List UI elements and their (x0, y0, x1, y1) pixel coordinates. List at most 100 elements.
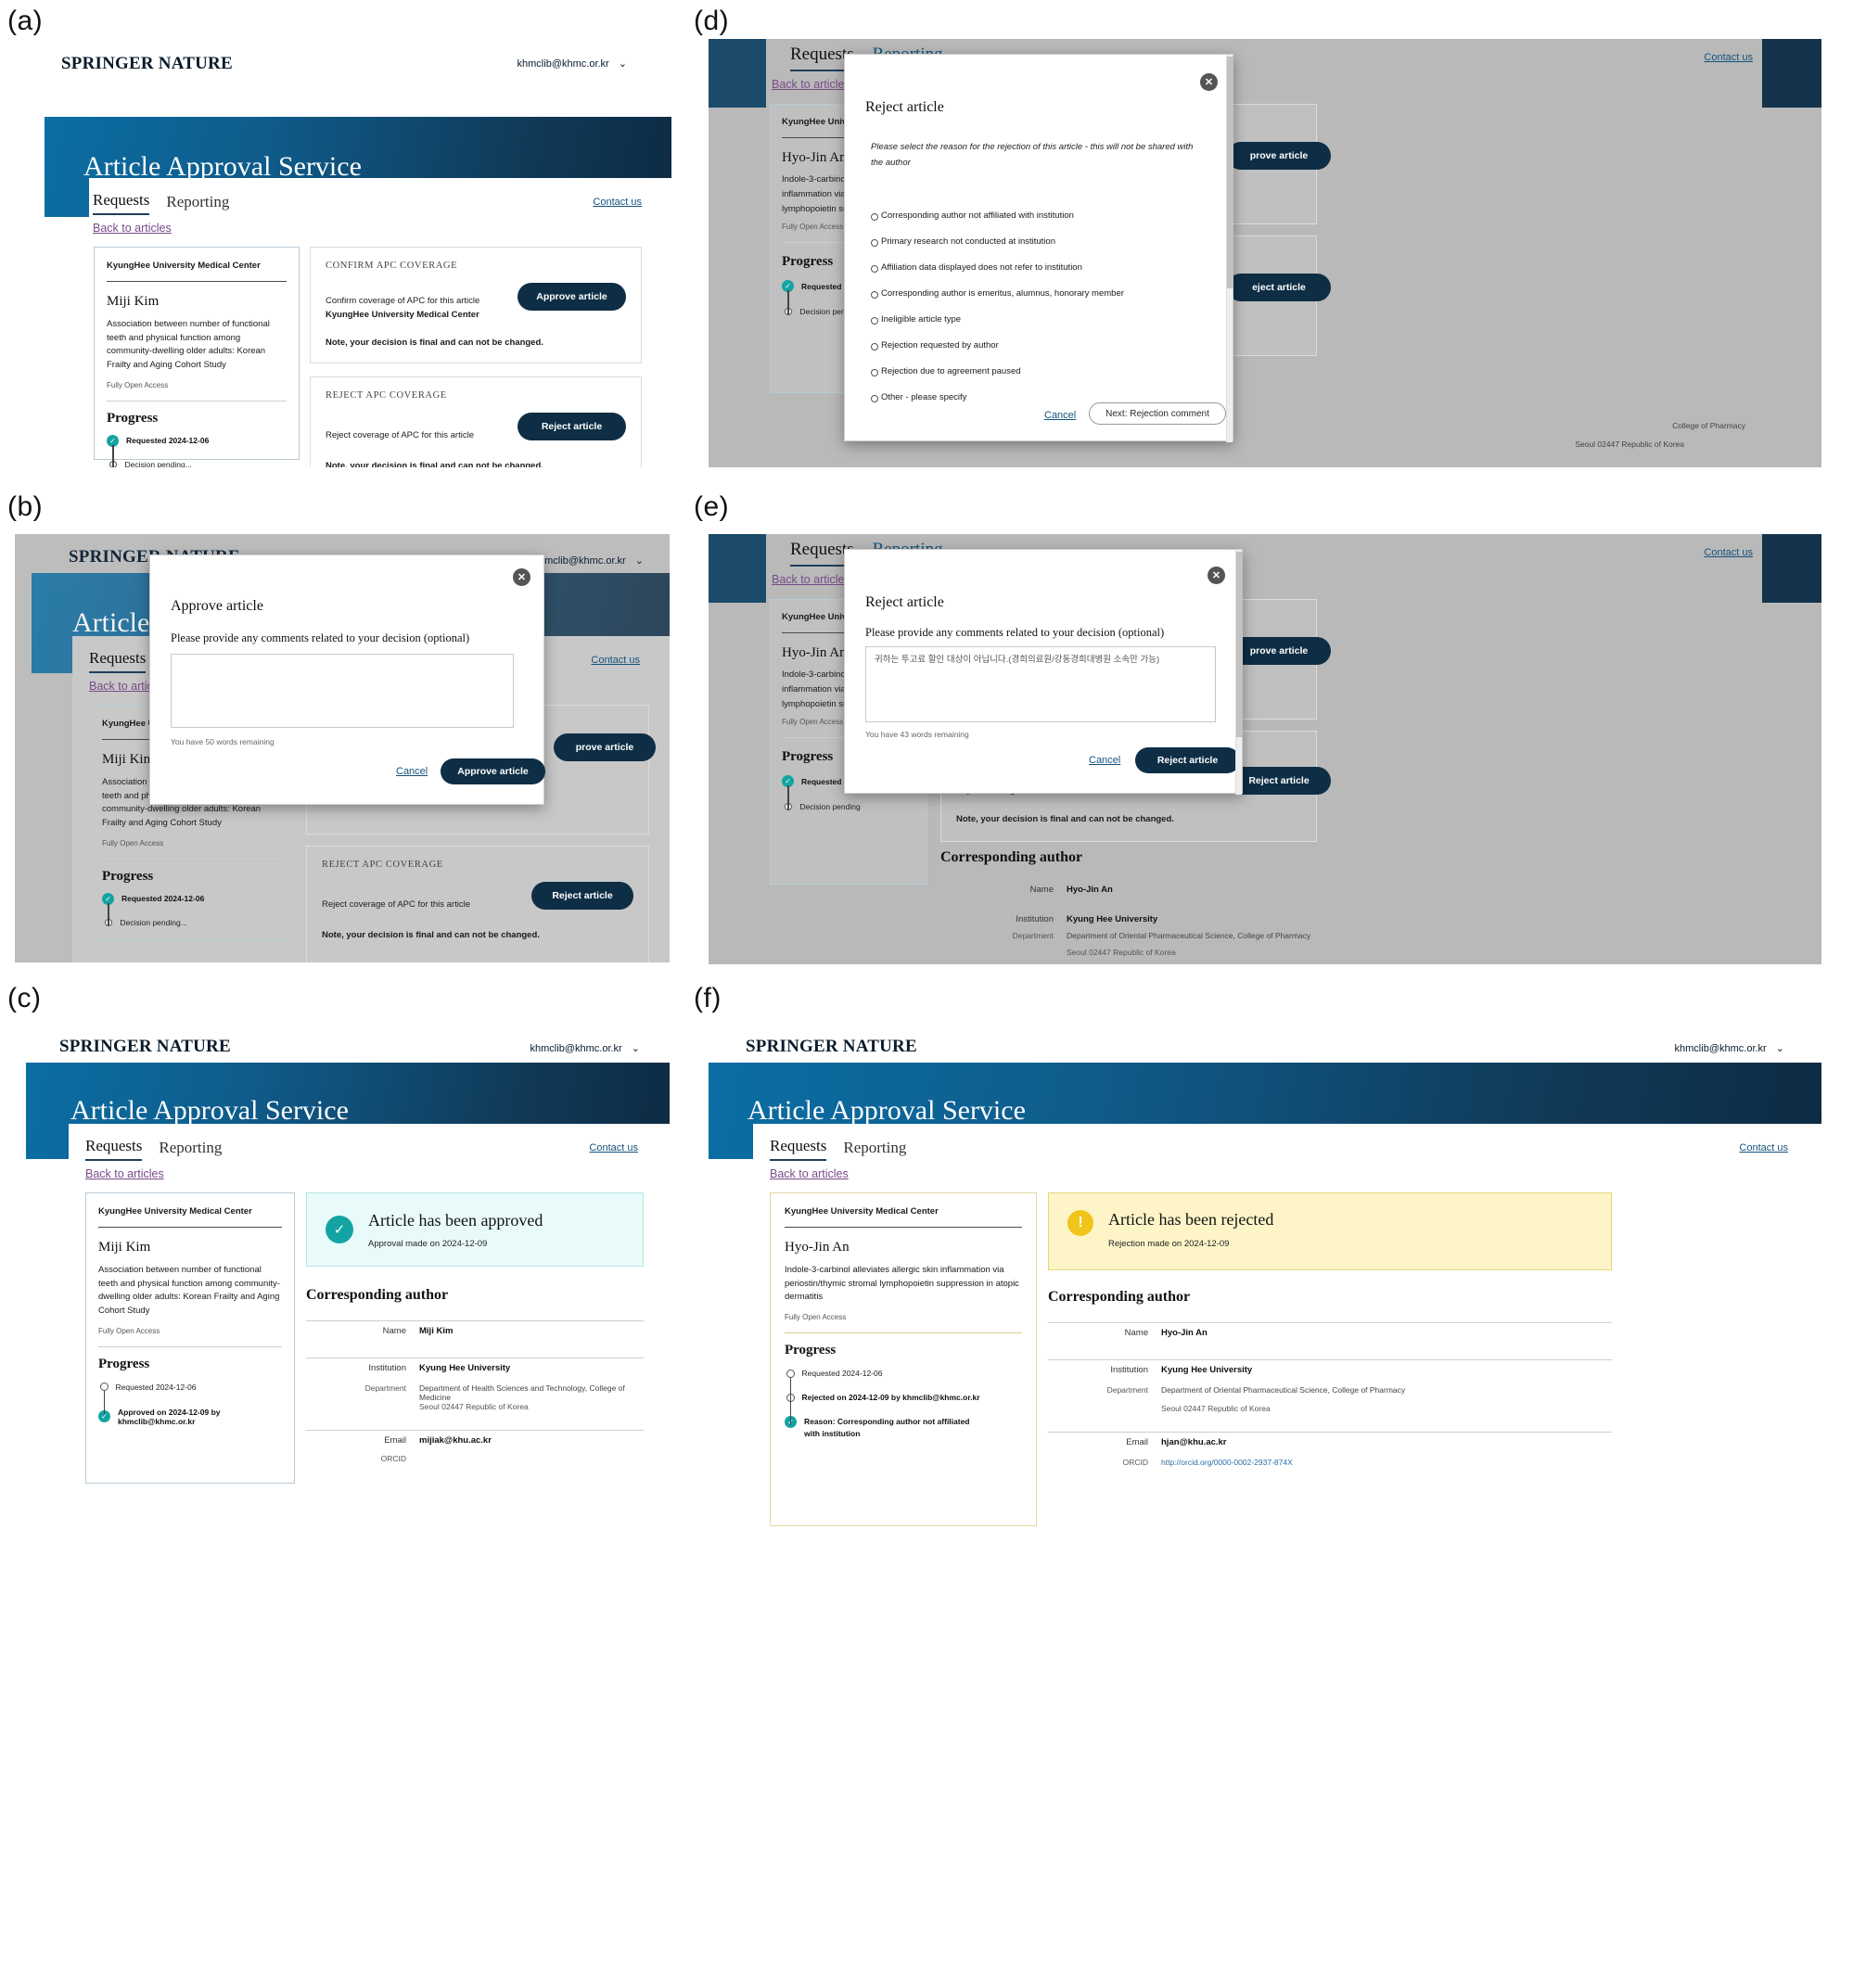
field-department: Department Department of Health Sciences… (306, 1383, 644, 1402)
chevron-down-icon: ⌄ (618, 58, 627, 70)
tab-reporting[interactable]: Reporting (166, 193, 229, 215)
reject-cancel-button[interactable]: Cancel (1089, 755, 1120, 766)
reject-section-title: REJECT APC COVERAGE (322, 860, 443, 870)
reason-option-label: Ineligible article type (881, 314, 962, 325)
reject-submit-button[interactable]: Reject article (1135, 747, 1240, 773)
contact-us-link[interactable]: Contact us (593, 197, 642, 208)
approve-word-count: You have 50 words remaining (171, 737, 275, 746)
approve-submit-button[interactable]: Approve article (441, 758, 545, 784)
back-to-articles-link[interactable]: Back to articles (772, 573, 850, 586)
progress-step-2-label: Rejected on 2024-12-09 by khmclib@khmc.o… (801, 1393, 980, 1403)
close-icon[interactable]: ✕ (1200, 73, 1218, 91)
radio-icon[interactable] (871, 213, 878, 221)
radio-icon[interactable] (871, 265, 878, 273)
field-name-value: Miji Kim (419, 1326, 454, 1336)
tab-reporting[interactable]: Reporting (159, 1139, 222, 1161)
progress-step-pending: Decision pending... (107, 460, 287, 467)
reject-article-button[interactable]: Reject article (531, 882, 633, 910)
account-email[interactable]: khmclib@khmc.or.kr ⌄ (530, 1042, 640, 1054)
tab-reporting[interactable]: Reporting (843, 1139, 906, 1161)
field-email-value[interactable]: mijiak@khu.ac.kr (419, 1435, 492, 1446)
back-to-articles-link[interactable]: Back to articles (772, 78, 850, 91)
panel-c-screenshot: SPRINGER NATURE khmclib@khmc.or.kr ⌄ Arti… (15, 1018, 670, 1988)
access-type: Fully Open Access (102, 838, 164, 847)
approve-comment-textarea[interactable] (171, 654, 514, 728)
contact-us-link[interactable]: Contact us (1704, 52, 1753, 63)
approved-status-banner: ✓ Article has been approved Approval mad… (306, 1192, 644, 1267)
radio-icon[interactable] (871, 317, 878, 325)
author-name: Miji Kim (98, 1240, 151, 1255)
modal-scrollbar[interactable] (1226, 55, 1233, 442)
reject-article-button[interactable]: eject article (1227, 274, 1331, 301)
radio-icon[interactable] (871, 369, 878, 376)
field-address-value: Seoul 02447 Republic of Korea (419, 1402, 529, 1411)
radio-icon[interactable] (871, 291, 878, 299)
shield-check-icon: ✓ (326, 1216, 353, 1243)
reject-comment-textarea[interactable]: 귀하는 투고료 할인 대상이 아닙니다.(경희의료원/강동경희대병원 소속만 가… (865, 646, 1216, 722)
modal-scrollbar-thumb[interactable] (1227, 57, 1233, 288)
account-email[interactable]: khmclib@khmc.or.kr ⌄ (518, 57, 627, 70)
progress-connector (103, 1390, 105, 1415)
reason-option[interactable]: Corresponding author is emeritus, alumnu… (871, 288, 1216, 314)
reason-option[interactable]: Affiliation data displayed does not refe… (871, 262, 1216, 288)
tab-requests[interactable]: Requests (89, 649, 147, 673)
approve-modal-prompt: Please provide any comments related to y… (171, 631, 470, 644)
field-orcid-value[interactable]: http://orcid.org/0000-0002-2937-874X (1161, 1458, 1293, 1467)
back-to-articles-link[interactable]: Back to articles (85, 1167, 164, 1180)
approve-article-button[interactable]: Approve article (518, 283, 626, 311)
modal-scrollbar-thumb[interactable] (1236, 552, 1243, 737)
field-department-label: Department (1012, 931, 1054, 940)
field-name-label: Name (1029, 885, 1054, 895)
approve-article-button[interactable]: prove article (554, 733, 656, 761)
radio-icon[interactable] (871, 239, 878, 247)
progress-connector (108, 902, 109, 925)
tab-requests[interactable]: Requests (770, 1137, 827, 1161)
account-email[interactable]: khmclib@khmc.or.kr ⌄ (534, 554, 644, 567)
reason-option[interactable]: Rejection requested by author (871, 340, 1216, 366)
radio-icon[interactable] (871, 395, 878, 402)
content-card: Requests Reporting Contact us Back to ar… (89, 178, 671, 467)
radio-icon[interactable] (871, 343, 878, 350)
approve-cancel-button[interactable]: Cancel (396, 766, 428, 777)
reason-option[interactable]: Primary research not conducted at instit… (871, 236, 1216, 262)
tab-requests[interactable]: Requests (93, 191, 150, 215)
progress-step-1-label: Requested 2024-12-06 (115, 1382, 197, 1392)
contact-us-link[interactable]: Contact us (591, 655, 640, 666)
modal-scrollbar[interactable] (1235, 550, 1243, 795)
chevron-down-icon: ⌄ (634, 555, 644, 567)
reject-reason-cancel-button[interactable]: Cancel (1044, 410, 1076, 421)
account-email[interactable]: khmclib@khmc.or.kr ⌄ (1675, 1042, 1784, 1054)
contact-us-link[interactable]: Contact us (589, 1142, 638, 1153)
institution-name: KyungHee University Medical Center (785, 1206, 939, 1217)
progress-step-2-label: Decision pending... (124, 459, 192, 467)
corresponding-author-heading: Corresponding author (306, 1287, 449, 1303)
back-to-articles-link[interactable]: Back to articles (93, 222, 172, 235)
access-type: Fully Open Access (98, 1326, 160, 1335)
panel-label-e: (e) (694, 491, 730, 522)
confirm-apc-card: CONFIRM APC COVERAGE Confirm coverage of… (310, 247, 642, 363)
contact-us-link[interactable]: Contact us (1739, 1142, 1788, 1153)
reject-article-button[interactable]: Reject article (518, 413, 626, 440)
field-email-value[interactable]: hjan@khu.ac.kr (1161, 1437, 1227, 1447)
reject-comment-modal-title: Reject article (865, 594, 944, 610)
tab-requests[interactable]: Requests (85, 1137, 143, 1161)
reason-option[interactable]: Corresponding author not affiliated with… (871, 210, 1216, 236)
tab-bar: Requests Reporting (770, 1137, 906, 1161)
approve-article-button[interactable]: prove article (1227, 142, 1331, 170)
contact-us-link[interactable]: Contact us (1704, 547, 1753, 558)
close-icon[interactable]: ✕ (513, 568, 530, 586)
approve-modal-title: Approve article (171, 598, 263, 614)
chevron-down-icon: ⌄ (1775, 1043, 1784, 1054)
back-to-articles-link[interactable]: Back to articles (770, 1167, 849, 1180)
reason-option[interactable]: Rejection due to agreement paused (871, 366, 1216, 392)
next-rejection-comment-button[interactable]: Next: Rejection comment (1089, 402, 1226, 425)
institution-name: KyungHee University Medical Center (98, 1206, 252, 1217)
article-summary-panel: KyungHee University Medical Center Miji … (94, 247, 300, 467)
close-icon[interactable]: ✕ (1208, 567, 1225, 584)
progress-heading: Progress (102, 868, 154, 884)
reason-option[interactable]: Ineligible article type (871, 314, 1216, 340)
field-name-label: Name (1124, 1328, 1148, 1338)
rejected-status-banner: ! Article has been rejected Rejection ma… (1048, 1192, 1612, 1270)
article-title: Association between number of functional… (98, 1265, 280, 1317)
progress-step-2-label: Decision pending... (120, 917, 187, 927)
